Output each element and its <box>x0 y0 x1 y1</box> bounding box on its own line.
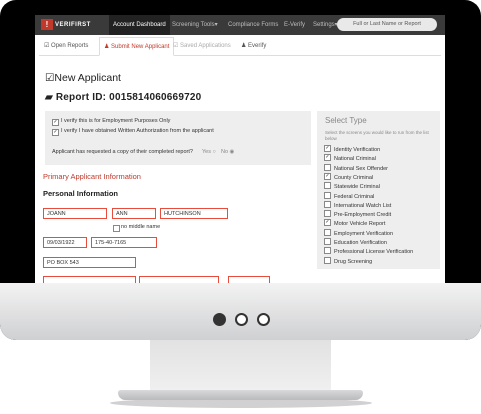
screen-type-item[interactable]: ✓ Identity Verification <box>324 145 381 155</box>
select-type-subtitle: Select the screens you would like to run… <box>325 130 429 141</box>
screen-type-item[interactable]: International Watch List <box>324 200 392 211</box>
screen-type-item[interactable]: Education Verification <box>324 238 387 248</box>
screen-type-checkbox[interactable] <box>324 228 331 236</box>
page-title: ☑New Applicant <box>45 72 121 84</box>
employment-purposes-label: I verify this is for Employment Purposes… <box>61 118 171 124</box>
screen-type-checkbox[interactable] <box>324 182 331 190</box>
top-navbar: ! VERIFIRST Account Dashboard Screening … <box>35 15 445 35</box>
logo-icon: ! <box>41 19 53 30</box>
carousel-dot-2[interactable] <box>235 313 248 326</box>
screen-type-label: Statewide Criminal <box>334 184 380 191</box>
tab-bar: ☑ Open Reports ♟ Submit New Applicant ☑ … <box>39 37 441 56</box>
screen-type-checkbox[interactable] <box>324 163 331 171</box>
screen-type-checkbox[interactable]: ✓ <box>324 145 331 153</box>
screen-type-checkbox[interactable] <box>324 256 331 264</box>
screen-type-item[interactable]: Federal Criminal <box>324 191 375 202</box>
state-field[interactable] <box>139 276 219 283</box>
ssn-field[interactable]: 175-40-7165 <box>91 237 157 248</box>
screen-type-label: National Sex Offender <box>334 165 389 172</box>
nav-settings[interactable]: Settings▾ <box>313 15 338 35</box>
personal-information-heading: Personal Information <box>43 189 119 198</box>
screen-type-checkbox[interactable] <box>324 200 331 208</box>
select-type-title: Select Type <box>325 116 367 125</box>
copy-request-question: Applicant has requested a copy of their … <box>52 149 193 155</box>
screen-type-item[interactable]: Pre-Employment Credit <box>324 210 392 220</box>
nav-screening-tools[interactable]: Screening Tools▾ <box>172 15 218 35</box>
screen-type-label: Professional License Verification <box>334 249 414 256</box>
screen-type-checkbox[interactable] <box>324 247 331 255</box>
select-type-panel: Select Type Select the screens you would… <box>317 111 440 269</box>
screen-type-checkbox[interactable] <box>324 238 331 246</box>
first-name-field[interactable]: JOANN <box>43 208 107 219</box>
checklist-icon: ☑ <box>44 43 52 49</box>
city-field[interactable] <box>43 276 136 283</box>
zip-field[interactable] <box>228 276 270 283</box>
user-icon: ♟ <box>104 44 112 50</box>
screen-type-item[interactable]: National Sex Offender <box>324 163 389 174</box>
screen-type-item[interactable]: Employment Verification <box>324 228 393 239</box>
logo-text: VERIFIRST <box>55 21 91 28</box>
monitor-chin <box>0 283 481 340</box>
no-middle-name-checkbox[interactable] <box>113 225 120 232</box>
tab-submit-new-applicant[interactable]: ♟ Submit New Applicant <box>99 37 175 56</box>
screen-type-label: Drug Screening <box>334 258 373 265</box>
no-middle-name-label: no middle name <box>121 224 161 230</box>
last-name-field[interactable]: HUTCHINSON <box>160 208 228 219</box>
folder-icon: ▰ <box>45 92 56 103</box>
checkbox-icon: ☑ <box>45 72 55 84</box>
nav-account-dashboard[interactable]: Account Dashboard <box>109 15 170 35</box>
copy-no-option[interactable]: No ◉ <box>221 149 234 155</box>
screen-type-checkbox[interactable] <box>324 210 331 218</box>
screen-type-label: Pre-Employment Credit <box>334 212 392 219</box>
logo[interactable]: ! VERIFIRST <box>41 19 91 30</box>
search-input[interactable]: Full or Last Name or Report <box>337 18 437 31</box>
screen-type-item[interactable]: ✓ County Criminal <box>324 172 374 183</box>
screen-type-label: Identity Verification <box>334 147 381 153</box>
address-field[interactable]: PO BOX 543 <box>43 257 136 268</box>
screen-type-label: County Criminal <box>334 174 374 181</box>
screen-type-item[interactable]: Statewide Criminal <box>324 182 380 192</box>
tab-open-reports[interactable]: ☑ Open Reports <box>44 37 88 55</box>
monitor-stand-base <box>118 390 363 400</box>
nav-everify[interactable]: E-Verify <box>284 15 305 35</box>
screen-type-item[interactable]: Professional License Verification <box>324 247 414 257</box>
screen-type-label: Education Verification <box>334 240 387 246</box>
primary-applicant-heading: Primary Applicant Information <box>43 172 141 181</box>
screen-type-checkbox[interactable]: ✓ <box>324 154 331 162</box>
middle-name-field[interactable]: ANN <box>112 208 156 219</box>
screen-type-label: Federal Criminal <box>334 193 375 200</box>
written-authorization-checkbox[interactable]: ✓ <box>52 129 59 136</box>
copy-yes-option[interactable]: Yes ○ <box>202 149 216 155</box>
carousel-dot-1[interactable] <box>213 313 226 326</box>
carousel-dot-3[interactable] <box>257 313 270 326</box>
written-authorization-label: I verify I have obtained Written Authori… <box>61 128 214 134</box>
dob-field[interactable]: 09/03/1922 <box>43 237 87 248</box>
screen-type-label: National Criminal <box>334 156 376 163</box>
tab-everify[interactable]: ♟ Everify <box>241 37 266 55</box>
screen-type-label: International Watch List <box>334 202 392 209</box>
monitor-stand-neck <box>150 340 331 392</box>
checklist-icon: ☑ <box>173 43 181 49</box>
screen-type-checkbox[interactable] <box>324 191 331 199</box>
screen-type-item[interactable]: ✓ National Criminal <box>324 154 376 164</box>
screen-type-item[interactable]: Drug Screening <box>324 256 373 267</box>
screen-type-checkbox[interactable]: ✓ <box>324 219 331 227</box>
employment-purposes-checkbox[interactable]: ✓ <box>52 119 59 126</box>
tab-saved-applications[interactable]: ☑ Saved Applications <box>173 37 231 55</box>
screen-type-label: Employment Verification <box>334 230 393 237</box>
app-screen: ! VERIFIRST Account Dashboard Screening … <box>35 15 445 283</box>
verification-panel: ✓ I verify this is for Employment Purpos… <box>45 111 311 165</box>
nav-compliance-forms[interactable]: Compliance Forms <box>228 15 278 35</box>
screen-type-label: Motor Vehicle Report <box>334 221 386 228</box>
user-icon: ♟ <box>241 43 249 49</box>
report-id: ▰ Report ID: 0015814060669720 <box>45 92 202 103</box>
screen-type-checkbox[interactable]: ✓ <box>324 172 331 180</box>
screen-type-item[interactable]: ✓ Motor Vehicle Report <box>324 219 386 229</box>
